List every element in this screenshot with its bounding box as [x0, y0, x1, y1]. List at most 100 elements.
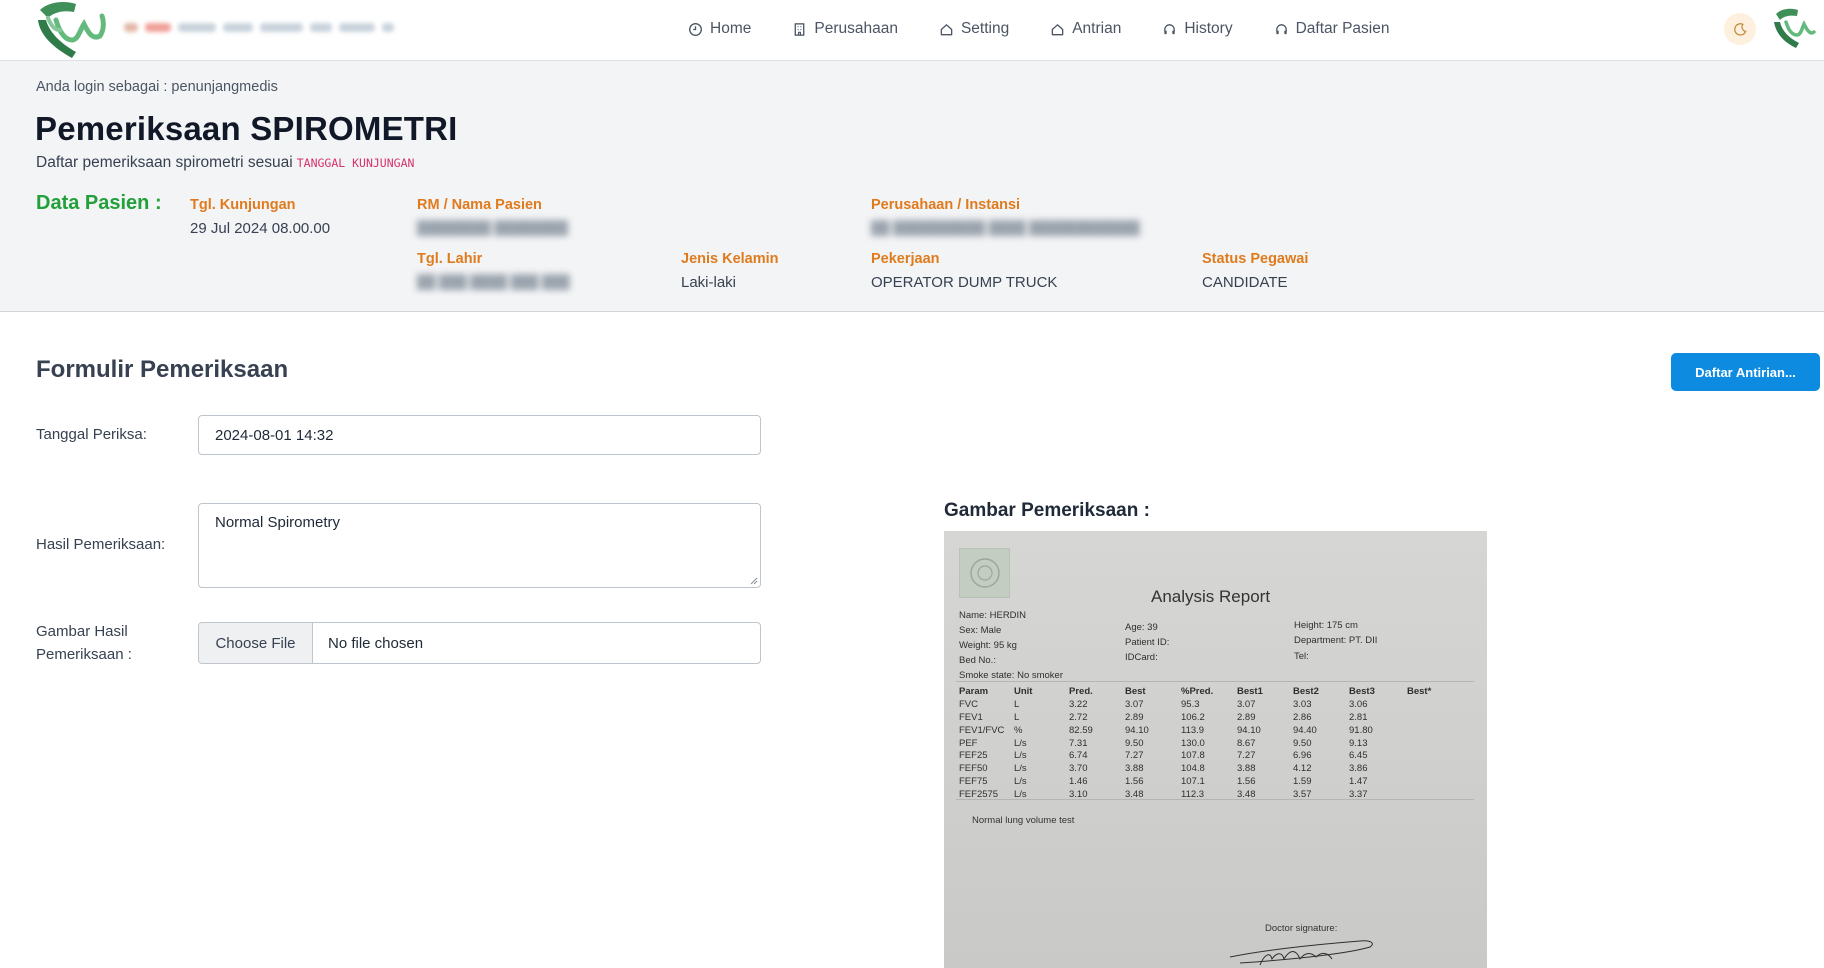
table-row: FVC L 3.22 3.07 95.3 3.07 3.03 3.06	[959, 698, 1447, 711]
nav-setting[interactable]: Setting	[939, 20, 1009, 38]
field-rm-nama: RM / Nama Pasien ████████ ████████	[417, 197, 568, 235]
table-cell: L/s	[1014, 737, 1027, 749]
table-cell: L/s	[1014, 776, 1027, 788]
nav-antrian[interactable]: Antrian	[1050, 20, 1121, 38]
logo-icon	[38, 2, 106, 58]
col-pct-pred: %Pred.	[1181, 685, 1214, 697]
choose-file-button[interactable]: Choose File	[199, 623, 313, 663]
table-cell: 1.59	[1293, 776, 1312, 788]
user-avatar[interactable]	[1770, 6, 1816, 50]
theme-toggle-button[interactable]	[1724, 13, 1756, 45]
moon-icon	[1733, 22, 1746, 36]
table-cell: 6.74	[1069, 750, 1088, 762]
table-cell: 7.31	[1069, 737, 1088, 749]
col-best1: Best1	[1237, 685, 1263, 697]
data-pasien-title: Data Pasien :	[36, 192, 162, 214]
rm-nama-label: RM / Nama Pasien	[417, 197, 542, 213]
table-cell: 106.2	[1181, 711, 1205, 723]
table-cell: 2.72	[1069, 711, 1088, 723]
report-tel: Tel:	[1294, 651, 1309, 662]
status-pegawai-value: CANDIDATE	[1202, 274, 1288, 291]
report-divider	[956, 681, 1474, 682]
hasil-pemeriksaan-textarea[interactable]: Normal Spirometry	[198, 503, 761, 588]
table-cell: PEF	[959, 737, 978, 749]
table-cell: FEF75	[959, 776, 988, 788]
nav-home[interactable]: Home	[688, 20, 751, 38]
tgl-kunjungan-label: Tgl. Kunjungan	[190, 197, 296, 213]
report-note: Normal lung volume test	[972, 815, 1075, 826]
daftar-antrian-button[interactable]: Daftar Antirian...	[1671, 353, 1820, 391]
table-row: FEF25 L/s 6.74 7.27 107.8 7.27 6.96 6.45	[959, 749, 1447, 762]
pekerjaan-value: OPERATOR DUMP TRUCK	[871, 274, 1058, 291]
page-title: Pemeriksaan SPIROMETRI	[35, 110, 458, 147]
tanggal-periksa-input[interactable]: 2024-08-01 14:32	[198, 415, 761, 455]
nav-history-label: History	[1184, 20, 1233, 37]
signature-icon	[1229, 940, 1373, 966]
perusahaan-label: Perusahaan / Instansi	[871, 197, 1021, 213]
perusahaan-value-redacted: ██ ██████████ ████ ████████████	[871, 220, 1140, 235]
table-cell: 94.40	[1293, 724, 1317, 736]
table-cell: 104.8	[1181, 763, 1205, 775]
table-cell: 1.56	[1125, 776, 1144, 788]
report-divider	[956, 799, 1474, 800]
resize-grip-icon[interactable]	[749, 576, 758, 585]
gambar-hasil-file-input[interactable]: Choose File No file chosen	[198, 622, 761, 664]
report-bed: Bed No.:	[959, 655, 996, 666]
brand-logo[interactable]	[34, 0, 395, 60]
field-pekerjaan: Pekerjaan OPERATOR DUMP TRUCK	[871, 251, 1057, 291]
report-patient-id: Patient ID:	[1125, 637, 1170, 648]
table-cell	[1407, 711, 1447, 724]
table-cell	[1407, 775, 1447, 788]
table-cell: %	[1014, 724, 1023, 736]
table-cell: 130.0	[1181, 737, 1205, 749]
field-tgl-lahir: Tgl. Lahir ██ ███ ████ ███ ███	[417, 251, 570, 289]
tgl-lahir-label: Tgl. Lahir	[417, 251, 483, 267]
main-nav: Home Perusahaan Setting Antrian History …	[688, 17, 1431, 41]
nav-home-label: Home	[710, 20, 752, 37]
table-row: FEV1 L 2.72 2.89 106.2 2.89 2.86 2.81	[959, 711, 1447, 724]
nav-history[interactable]: History	[1162, 20, 1233, 38]
report-height: Height: 175 cm	[1294, 620, 1358, 631]
nav-perusahaan[interactable]: Perusahaan	[792, 20, 898, 38]
table-cell: 3.88	[1125, 763, 1144, 775]
tanggal-periksa-label: Tanggal Periksa:	[36, 426, 147, 443]
table-cell: 1.46	[1069, 776, 1088, 788]
table-cell: 95.3	[1181, 698, 1200, 710]
table-cell: 107.8	[1181, 750, 1205, 762]
table-cell: 7.27	[1125, 750, 1144, 762]
report-table-header: Param Unit Pred. Best %Pred. Best1 Best2…	[959, 685, 1447, 698]
col-best3: Best3	[1349, 685, 1375, 697]
table-cell: 9.50	[1293, 737, 1312, 749]
building-icon	[794, 22, 805, 36]
table-cell: L/s	[1014, 763, 1027, 775]
field-tgl-kunjungan: Tgl. Kunjungan 29 Jul 2024 08.00.00	[190, 197, 330, 237]
gambar-pemeriksaan-title: Gambar Pemeriksaan :	[944, 500, 1150, 521]
table-cell: 3.88	[1237, 763, 1256, 775]
report-title: Analysis Report	[1151, 587, 1271, 606]
nav-perusahaan-label: Perusahaan	[814, 20, 898, 37]
col-unit: Unit	[1014, 685, 1033, 697]
page-subtitle-text: Daftar pemeriksaan spirometri sesuai	[36, 154, 293, 171]
table-cell: 3.06	[1349, 698, 1368, 710]
table-cell: 7.27	[1237, 750, 1256, 762]
report-smoke: Smoke state: No smoker	[959, 670, 1064, 681]
tgl-kunjungan-value: 29 Jul 2024 08.00.00	[190, 220, 331, 237]
nav-daftar-pasien-label: Daftar Pasien	[1295, 20, 1390, 37]
pekerjaan-label: Pekerjaan	[871, 251, 940, 267]
table-cell: L	[1014, 698, 1020, 710]
hasil-pemeriksaan-label: Hasil Pemeriksaan:	[36, 536, 166, 553]
table-cell: FEF25	[959, 750, 988, 762]
table-cell: 2.81	[1349, 711, 1368, 723]
report-department: Department: PT. DII	[1294, 635, 1378, 646]
table-cell: L	[1014, 711, 1020, 723]
table-cell: L/s	[1014, 750, 1027, 762]
table-cell: 94.10	[1237, 724, 1261, 736]
table-cell: 3.70	[1069, 763, 1088, 775]
table-cell	[1407, 737, 1447, 750]
table-cell: 3.03	[1293, 698, 1312, 710]
jenis-kelamin-label: Jenis Kelamin	[681, 251, 779, 267]
subtitle-code: TANGGAL KUNJUNGAN	[296, 156, 415, 170]
nav-daftar-pasien[interactable]: Daftar Pasien	[1274, 20, 1390, 38]
form-title: Formulir Pemeriksaan	[36, 356, 289, 383]
table-cell: FEV1/FVC	[959, 724, 1005, 736]
